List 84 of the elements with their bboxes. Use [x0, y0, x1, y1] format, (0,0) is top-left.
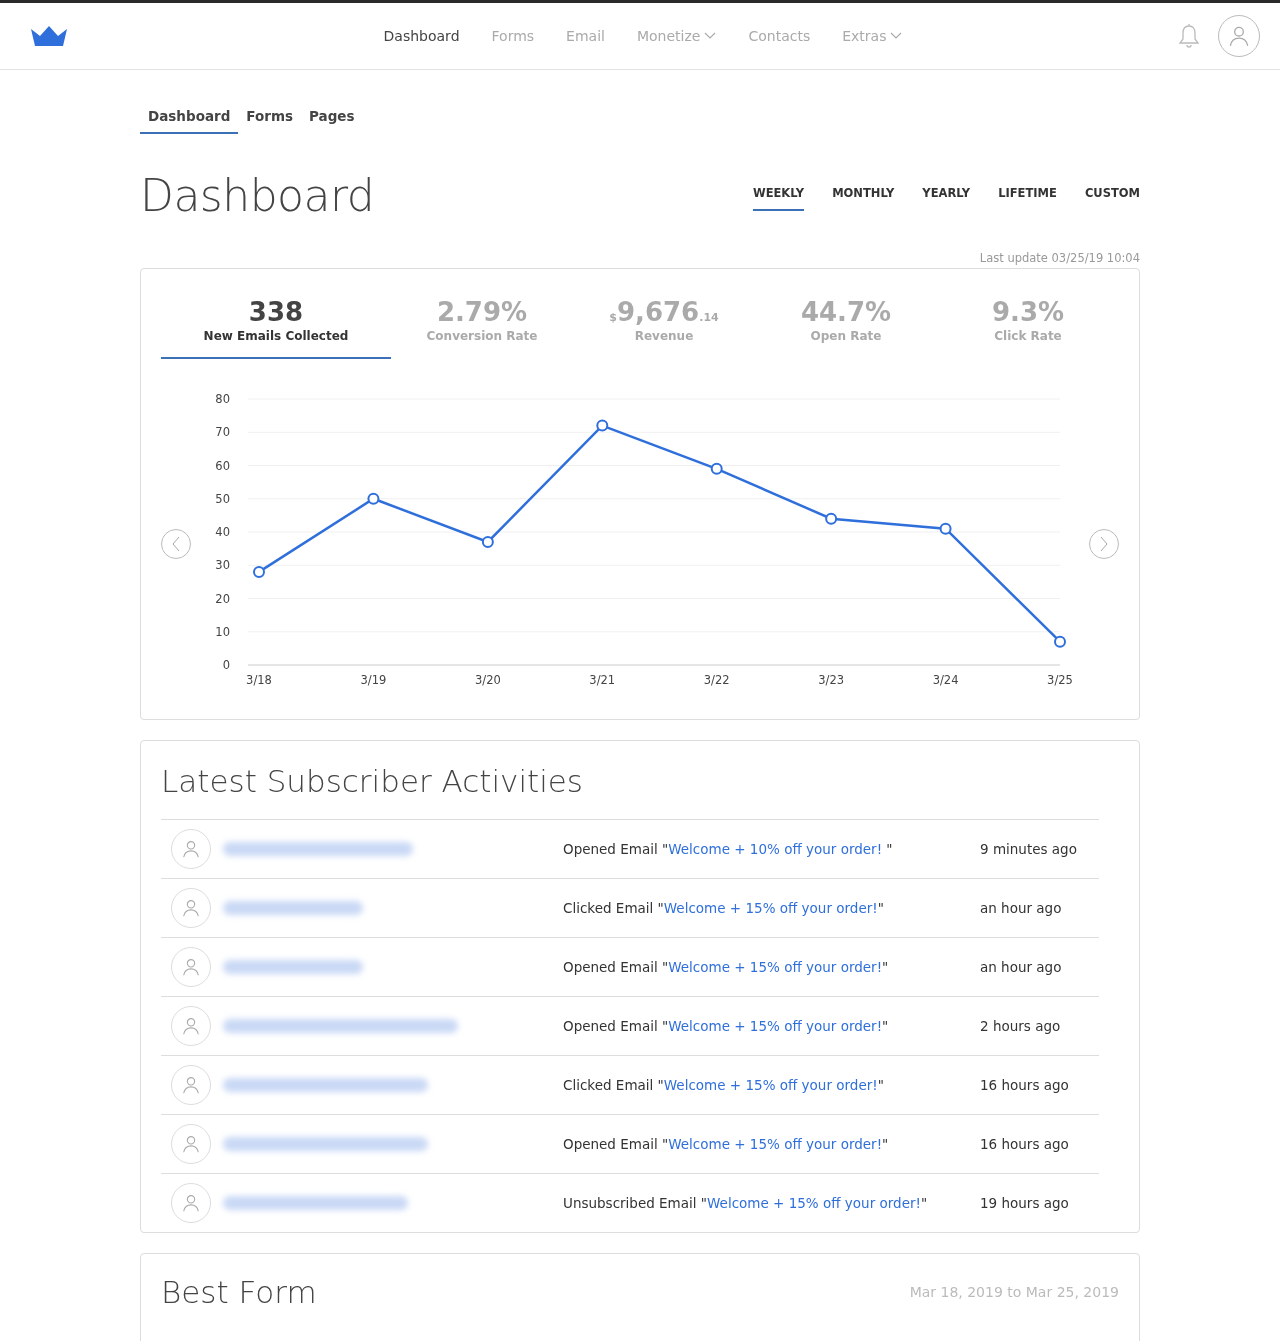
user-icon	[180, 838, 202, 860]
y-tick-label: 30	[215, 558, 230, 573]
x-tick-label: 3/21	[589, 673, 616, 687]
chevron-left-icon	[171, 536, 181, 552]
activity-text: Unsubscribed Email "Welcome + 15% off your order!"	[563, 1195, 929, 1211]
chevron-right-icon	[1099, 536, 1109, 552]
x-tick-label: 3/18	[246, 673, 272, 687]
next-button[interactable]	[1089, 529, 1119, 559]
y-tick-label: 0	[222, 658, 230, 672]
x-tick-label: 3/19	[360, 673, 387, 687]
stat-label: Click Rate	[994, 329, 1062, 343]
user-icon	[180, 1192, 202, 1214]
data-point	[596, 419, 609, 432]
data-point	[481, 536, 494, 548]
x-tick-label: 3/22	[703, 673, 730, 687]
sub-tab[interactable]: Pages	[301, 100, 363, 134]
y-tick-label: 70	[215, 425, 230, 440]
bell-icon[interactable]	[1178, 23, 1200, 49]
activity-time: 19 hours ago	[980, 1195, 1069, 1211]
nav-link[interactable]: Dashboard	[383, 28, 460, 44]
date-range: Mar 18, 2019 to Mar 25, 2019	[909, 1284, 1119, 1300]
section-title: Latest Subscriber Activities	[161, 762, 584, 801]
user-icon	[180, 1074, 202, 1096]
page-title: Dashboard	[140, 170, 375, 221]
data-point	[710, 462, 723, 475]
activity-text: Clicked Email "Welcome + 15% off your order!"	[563, 1077, 885, 1093]
stat-label: New Emails Collected	[203, 329, 349, 343]
activity-time: an hour ago	[980, 900, 1062, 916]
stat-value: 9.3%	[991, 297, 1065, 327]
period-tab[interactable]: LIFETIME	[998, 180, 1057, 211]
previous-button[interactable]	[161, 529, 191, 559]
campaign-link[interactable]: Welcome + 10% off your order!	[668, 841, 883, 857]
y-tick-label: 10	[215, 624, 230, 639]
activity-text: Clicked Email "Welcome + 15% off your order!"	[563, 900, 885, 916]
campaign-link[interactable]: Welcome + 15% off your order!	[707, 1195, 921, 1211]
stat-tab[interactable]: 338 New Emails Collected	[161, 289, 391, 359]
y-tick-label: 50	[215, 491, 230, 506]
y-tick-label: 80	[215, 392, 230, 406]
activity-text: Opened Email "Welcome + 15% off your order!"	[563, 959, 890, 975]
activity-text: Opened Email "Welcome + 10% off your order! "	[563, 841, 894, 857]
campaign-link[interactable]: Welcome + 15% off your order!	[668, 1018, 883, 1034]
activity-time: 9 minutes ago	[980, 841, 1077, 857]
stat-label: Revenue	[634, 329, 694, 343]
campaign-link[interactable]: Welcome + 15% off your order!	[668, 1136, 883, 1152]
sub-tab[interactable]: Forms	[238, 100, 302, 134]
period-tab[interactable]: CUSTOM	[1084, 180, 1140, 211]
activity-text: Opened Email "Welcome + 15% off your order!"	[563, 1018, 890, 1034]
stat-value: 338	[248, 297, 304, 327]
y-tick-label: 20	[215, 591, 230, 606]
stat-label: Conversion Rate	[426, 329, 538, 343]
y-tick-label: 40	[215, 525, 230, 539]
user-icon	[180, 956, 202, 978]
user-icon	[180, 897, 202, 919]
last-update-text: Last update 03/25/19 10:04	[978, 251, 1140, 265]
period-tab[interactable]: WEEKLY	[752, 180, 805, 211]
stat-label: Open Rate	[810, 329, 882, 343]
activity-time: 2 hours ago	[980, 1018, 1061, 1034]
activity-time: an hour ago	[980, 959, 1062, 975]
activity-time: 16 hours ago	[980, 1077, 1069, 1093]
period-tab[interactable]: YEARLY	[922, 180, 971, 211]
y-tick-label: 60	[215, 458, 230, 473]
user-icon	[180, 1015, 202, 1037]
section-title: Best Form	[161, 1274, 317, 1310]
x-tick-label: 3/20	[474, 673, 501, 687]
stat-value: 44.7%	[800, 297, 892, 327]
data-point	[253, 565, 265, 578]
sub-tab[interactable]: Dashboard	[140, 100, 239, 134]
activity-text: Opened Email "Welcome + 15% off your order!"	[563, 1136, 890, 1152]
data-point	[825, 512, 838, 525]
activity-time: 16 hours ago	[980, 1136, 1069, 1152]
crown-logo[interactable]	[30, 25, 68, 47]
campaign-link[interactable]: Welcome + 15% off your order!	[663, 1077, 878, 1093]
data-point	[1054, 635, 1066, 648]
data-point	[939, 522, 952, 535]
data-point	[367, 492, 380, 505]
x-tick-label: 3/25	[1047, 673, 1073, 687]
campaign-link[interactable]: Welcome + 15% off your order!	[663, 900, 878, 916]
stat-value: $9,676.14	[609, 297, 719, 327]
campaign-link[interactable]: Welcome + 15% off your order!	[668, 959, 883, 975]
x-tick-label: 3/23	[818, 673, 845, 687]
period-tab[interactable]: MONTHLY	[832, 180, 895, 211]
user-icon	[180, 1133, 202, 1155]
stat-value: 2.79%	[436, 297, 528, 327]
x-tick-label: 3/24	[932, 673, 959, 687]
